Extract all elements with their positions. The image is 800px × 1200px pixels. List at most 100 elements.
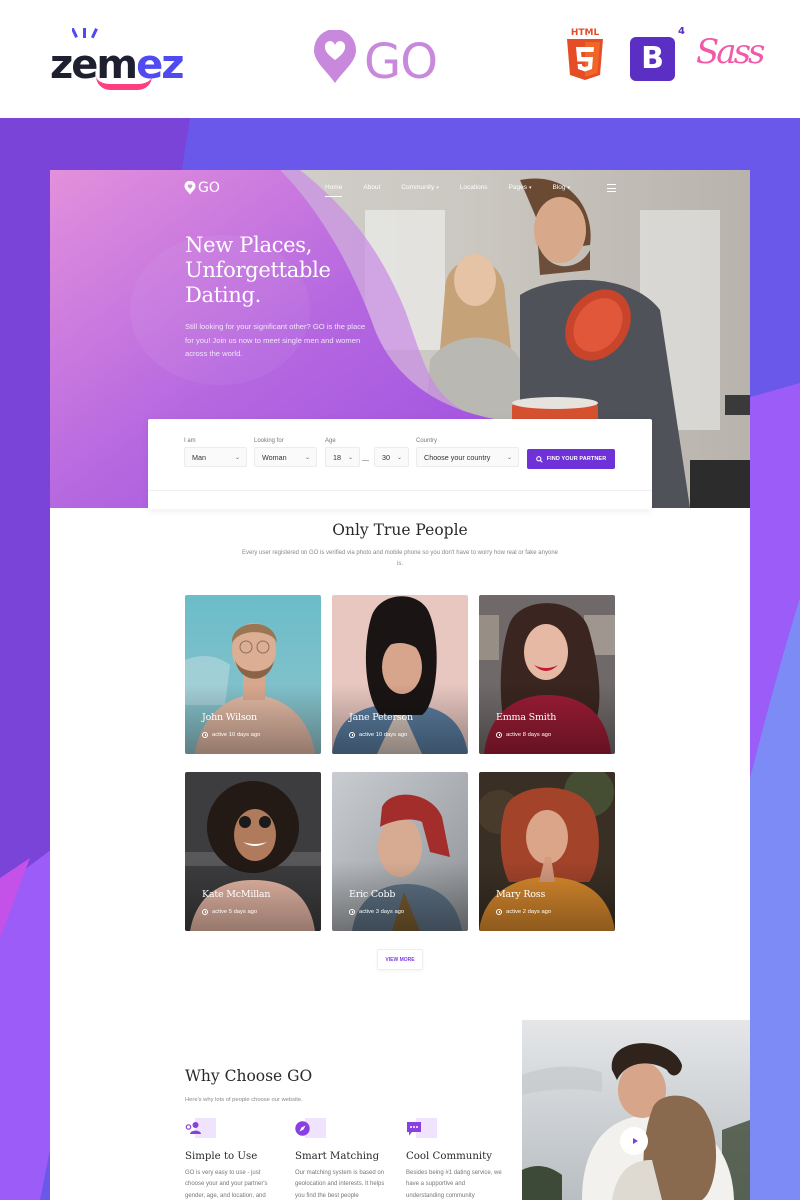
profile-name: Eric Cobb bbox=[349, 889, 396, 900]
clock-icon bbox=[202, 732, 208, 738]
profile-card[interactable]: Mary Ross active 2 days ago bbox=[479, 772, 615, 931]
go-logo-text: GO bbox=[364, 34, 438, 90]
go-product-logo: GO bbox=[312, 30, 442, 90]
country-value: Choose your country bbox=[424, 452, 491, 462]
looking-for-select[interactable]: Woman ⌄ bbox=[254, 447, 317, 467]
nav-item-community[interactable]: Community ▾ bbox=[401, 184, 438, 191]
age-max-field: 30 ⌄ bbox=[374, 438, 409, 467]
profile-card[interactable]: Kate McMillan active 5 days ago bbox=[185, 772, 321, 931]
partner-search-form: I am Man ⌄ Looking for Woman ⌄ Age 18 ⌄ … bbox=[148, 419, 652, 509]
html5-icon: HTML bbox=[567, 28, 603, 80]
nav-item-home[interactable]: Home bbox=[325, 184, 343, 197]
video-thumbnail-couple bbox=[522, 1020, 750, 1200]
svg-text:HTML: HTML bbox=[571, 28, 600, 38]
clock-icon bbox=[496, 732, 502, 738]
intro-video[interactable] bbox=[522, 1020, 750, 1200]
looking-for-label: Looking for bbox=[254, 438, 284, 444]
hamburger-menu-icon[interactable] bbox=[607, 184, 616, 192]
looking-for-value: Woman bbox=[262, 452, 287, 462]
age-min-field: Age 18 ⌄ bbox=[325, 438, 360, 467]
site-logo[interactable]: GO bbox=[184, 180, 220, 196]
age-min-value: 18 bbox=[333, 452, 341, 462]
feature-title: Simple to Use bbox=[185, 1151, 258, 1162]
chevron-down-icon: ⌄ bbox=[396, 454, 402, 461]
profile-name: Jane Peterson bbox=[349, 712, 413, 723]
profile-name: Kate McMillan bbox=[202, 889, 271, 900]
heart-pin-icon bbox=[184, 181, 196, 195]
sass-icon: Sass bbox=[696, 32, 765, 72]
i-am-value: Man bbox=[192, 452, 206, 462]
bootstrap-icon: B4 bbox=[630, 27, 685, 81]
feature-text: GO is very easy to use - just choose you… bbox=[185, 1170, 268, 1199]
profile-name: Mary Ross bbox=[496, 889, 546, 900]
hero-title: New Places, Unforgettable Dating. bbox=[185, 233, 331, 307]
feature-smart-matching: Smart Matching Our matching system is ba… bbox=[295, 1118, 395, 1200]
chevron-down-icon: ▾ bbox=[529, 185, 532, 191]
play-button[interactable] bbox=[620, 1127, 648, 1155]
feature-text: Besides being #1 dating service, we have… bbox=[406, 1170, 502, 1199]
nav-item-about[interactable]: About bbox=[363, 184, 380, 191]
hero-subtitle: Still looking for your significant other… bbox=[185, 322, 366, 358]
i-am-field: I am Man ⌄ bbox=[184, 438, 247, 467]
profile-name: Emma Smith bbox=[496, 712, 557, 723]
clock-icon bbox=[349, 909, 355, 915]
chevron-down-icon: ▾ bbox=[436, 185, 439, 191]
country-select[interactable]: Choose your country ⌄ bbox=[416, 447, 519, 467]
feature-simple-to-use: Simple to Use GO is very easy to use - j… bbox=[185, 1118, 285, 1200]
profile-activity: active 8 days ago bbox=[496, 732, 551, 738]
looking-for-field: Looking for Woman ⌄ bbox=[254, 438, 317, 467]
people-section-subtitle: Every user registered on GO is verified … bbox=[242, 550, 558, 567]
chevron-down-icon: ▾ bbox=[567, 185, 571, 191]
chevron-down-icon: ⌄ bbox=[304, 454, 310, 461]
clock-icon bbox=[496, 909, 502, 915]
feature-cool-community: Cool Community Besides being #1 dating s… bbox=[406, 1118, 506, 1200]
site-logo-text: GO bbox=[198, 180, 220, 196]
country-field: Country Choose your country ⌄ bbox=[416, 438, 519, 467]
divider bbox=[148, 490, 652, 491]
nav-menu: Home About Community ▾ Locations Pages ▾ B… bbox=[325, 184, 591, 197]
age-max-value: 30 bbox=[382, 452, 390, 462]
site-preview: GO Home About Community ▾ Locations Pages… bbox=[50, 170, 750, 1200]
age-range-separator: — bbox=[362, 457, 369, 464]
clock-icon bbox=[349, 732, 355, 738]
feature-title: Cool Community bbox=[406, 1151, 493, 1162]
users-search-icon bbox=[185, 1122, 201, 1134]
why-section-title: Why Choose GO bbox=[185, 1067, 313, 1085]
chevron-down-icon: ⌄ bbox=[234, 454, 240, 461]
age-max-select[interactable]: 30 ⌄ bbox=[374, 447, 409, 467]
profile-card[interactable]: John Wilson active 10 days ago bbox=[185, 595, 321, 754]
nav-item-locations[interactable]: Locations bbox=[460, 184, 488, 191]
profile-card[interactable]: Eric Cobb active 3 days ago bbox=[332, 772, 468, 931]
find-partner-button[interactable]: FIND YOUR PARTNER bbox=[527, 449, 615, 469]
country-label: Country bbox=[416, 438, 438, 444]
heart-pin-icon bbox=[314, 30, 356, 83]
template-banner: zemez GO HTML B4 Sass bbox=[0, 0, 800, 118]
profile-card[interactable]: Emma Smith active 8 days ago bbox=[479, 595, 615, 754]
i-am-select[interactable]: Man ⌄ bbox=[184, 447, 247, 467]
profile-activity: active 5 days ago bbox=[202, 909, 257, 915]
find-partner-label: FIND YOUR PARTNER bbox=[546, 456, 607, 462]
age-label: Age bbox=[325, 438, 336, 444]
chevron-down-icon: ⌄ bbox=[506, 454, 512, 461]
feature-title: Smart Matching bbox=[295, 1151, 380, 1162]
chevron-down-icon: ⌄ bbox=[347, 454, 353, 461]
site-navbar: GO Home About Community ▾ Locations Pages… bbox=[50, 170, 750, 210]
profile-activity: active 2 days ago bbox=[496, 909, 551, 915]
feature-text: Our matching system is based on geolocat… bbox=[295, 1170, 385, 1199]
compass-icon bbox=[295, 1121, 310, 1136]
profile-activity: active 10 days ago bbox=[349, 732, 407, 738]
view-more-button[interactable]: VIEW MORE bbox=[377, 949, 423, 970]
nav-item-blog[interactable]: Blog ▾ bbox=[553, 184, 571, 191]
why-section-subtitle: Here's why lots of people choose our web… bbox=[185, 1097, 303, 1103]
profile-activity: active 10 days ago bbox=[202, 732, 260, 738]
people-section-title: Only True People bbox=[332, 521, 468, 539]
nav-item-pages[interactable]: Pages ▾ bbox=[509, 184, 532, 191]
profile-activity: active 3 days ago bbox=[349, 909, 404, 915]
chat-bubble-icon bbox=[407, 1122, 421, 1136]
profile-name: John Wilson bbox=[202, 712, 257, 723]
search-icon bbox=[535, 455, 543, 463]
zemes-logo[interactable]: zemez bbox=[50, 28, 200, 92]
logo-smile-icon bbox=[96, 76, 152, 90]
profile-card[interactable]: Jane Peterson active 10 days ago bbox=[332, 595, 468, 754]
age-min-select[interactable]: 18 ⌄ bbox=[325, 447, 360, 467]
